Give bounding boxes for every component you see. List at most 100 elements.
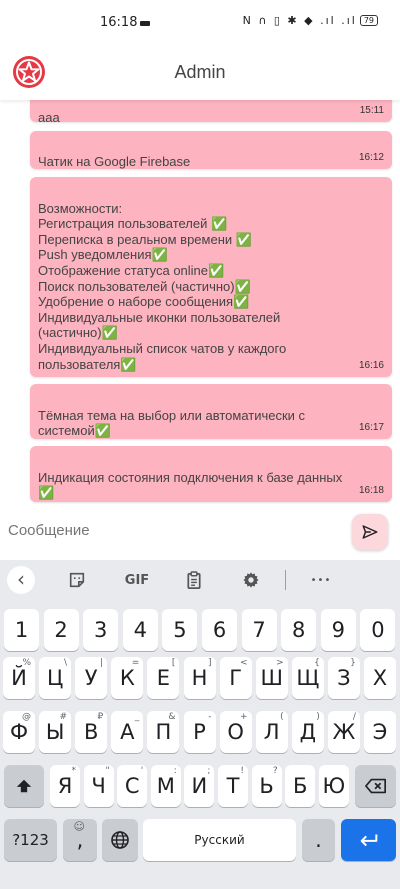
key-П[interactable]: П &: [147, 711, 180, 753]
app-bar: Admin: [0, 50, 400, 100]
message-list[interactable]: aaa 15:11 Чатик на Google Firebase 16:12…: [0, 100, 400, 506]
more-icon: •••: [310, 574, 332, 586]
key-Б[interactable]: Б: [285, 765, 316, 807]
key-Я[interactable]: Я *: [50, 765, 80, 807]
key-Х[interactable]: Х: [364, 657, 396, 699]
key-5[interactable]: 5: [162, 609, 198, 651]
key-hint: =: [131, 658, 140, 668]
gif-button[interactable]: GIF: [120, 566, 154, 594]
key-hint: ₽: [97, 712, 104, 722]
key-Л[interactable]: Л(: [255, 711, 288, 753]
key-label: В: [83, 720, 99, 744]
message-time: 16:12: [358, 152, 384, 164]
key-К[interactable]: К =: [111, 657, 144, 699]
key-hint: ;: [207, 766, 211, 776]
key-З[interactable]: З}: [327, 657, 360, 699]
keyboard-settings-button[interactable]: [237, 566, 265, 594]
key-label: К: [119, 666, 135, 690]
language-key[interactable]: [102, 819, 138, 861]
key-label: Ш: [260, 666, 283, 690]
key-label: 0: [371, 618, 385, 642]
key-Д[interactable]: Д): [291, 711, 324, 753]
key-8[interactable]: 8: [281, 609, 317, 651]
key-Н[interactable]: Н]: [183, 657, 216, 699]
message-bubble[interactable]: Возможности: Регистрация пользователей ✅…: [30, 177, 392, 377]
key-Ю[interactable]: Ю: [318, 765, 349, 807]
key-Т[interactable]: Т!: [218, 765, 248, 807]
battery-saver-icon: [140, 21, 150, 26]
key-9[interactable]: 9: [320, 609, 356, 651]
key-hint: -: [208, 712, 212, 722]
key-И[interactable]: И;: [184, 765, 215, 807]
globe-icon: [111, 831, 129, 849]
key-label: Л: [263, 720, 280, 744]
message-bubble[interactable]: aaa 15:11: [30, 100, 392, 125]
key-Ц[interactable]: Ц \: [39, 657, 72, 699]
key-hint: *: [71, 766, 77, 776]
status-icons: N ∩ ▯ ✱ ◆ .ıl .ıl 79: [243, 14, 378, 27]
key-Ч[interactable]: Ч ": [83, 765, 114, 807]
key-Г[interactable]: Г <: [219, 657, 252, 699]
keyboard-toolbar: ‹ GIF •••: [0, 560, 400, 600]
key-label: Ф: [9, 720, 29, 744]
key-hint: +: [240, 712, 248, 722]
key-Е[interactable]: Е[: [147, 657, 180, 699]
more-options-button[interactable]: •••: [306, 566, 336, 594]
key-0[interactable]: 0: [360, 609, 396, 651]
key-В[interactable]: В ₽: [75, 711, 108, 753]
key-Э[interactable]: Э: [364, 711, 396, 753]
key-label: .: [315, 828, 322, 852]
key-3[interactable]: 3: [83, 609, 119, 651]
send-button[interactable]: [352, 514, 388, 550]
enter-key[interactable]: [341, 819, 396, 861]
key-Ф[interactable]: Ф @: [3, 711, 35, 753]
key-label: Ж: [332, 720, 356, 744]
key-label: ?123: [12, 831, 49, 849]
key-label: 8: [292, 618, 306, 642]
key-Ь[interactable]: Ь?: [251, 765, 282, 807]
space-key[interactable]: Русский: [143, 819, 296, 861]
key-6[interactable]: 6: [202, 609, 237, 651]
key-О[interactable]: О +: [219, 711, 252, 753]
key-А[interactable]: А _: [111, 711, 144, 753]
period-key[interactable]: .: [302, 819, 335, 861]
key-label: Я: [57, 774, 73, 798]
shift-key[interactable]: [4, 765, 44, 807]
toolbar-divider: [285, 570, 286, 590]
key-Ж[interactable]: Ж /: [327, 711, 360, 753]
key-1[interactable]: 1: [4, 609, 39, 651]
key-Ы[interactable]: Ы #: [39, 711, 72, 753]
key-2[interactable]: 2: [43, 609, 79, 651]
key-label: М: [156, 774, 175, 798]
sticker-button[interactable]: [63, 566, 91, 594]
key-Щ[interactable]: Щ{: [291, 657, 324, 699]
key-С[interactable]: С ': [117, 765, 148, 807]
key-hint: ?: [272, 766, 278, 776]
message-text: aaa: [38, 109, 60, 125]
key-7[interactable]: 7: [241, 609, 277, 651]
key-Р[interactable]: Р-: [183, 711, 216, 753]
key-4[interactable]: 4: [122, 609, 158, 651]
clipboard-button[interactable]: [180, 566, 208, 594]
message-bubble[interactable]: Чатик на Google Firebase 16:12: [30, 131, 392, 169]
key-Ш[interactable]: Ш >: [255, 657, 288, 699]
key-label: 4: [133, 618, 147, 642]
key-У[interactable]: У |: [75, 657, 108, 699]
key-Й[interactable]: Й%: [3, 657, 35, 699]
key-М[interactable]: М:: [150, 765, 181, 807]
key-hint: #: [59, 712, 68, 722]
key-hint: |: [100, 658, 104, 668]
message-input[interactable]: [8, 522, 338, 539]
comma-key[interactable]: , ☺: [63, 819, 97, 861]
key-hint: ': [140, 766, 144, 776]
key-hint: <: [240, 658, 248, 668]
backspace-key[interactable]: [355, 765, 396, 807]
message-bubble[interactable]: Тёмная тема на выбор или автоматически с…: [30, 384, 392, 439]
key-label: С: [124, 774, 140, 798]
message-bubble[interactable]: Индикация состояния подключения к базе д…: [30, 446, 392, 502]
symbols-key[interactable]: ?123: [4, 819, 57, 861]
key-label: И: [191, 774, 208, 798]
keyboard-back-button[interactable]: ‹: [7, 566, 35, 594]
chevron-left-icon: ‹: [17, 566, 25, 591]
key-label: Ы: [45, 720, 65, 744]
